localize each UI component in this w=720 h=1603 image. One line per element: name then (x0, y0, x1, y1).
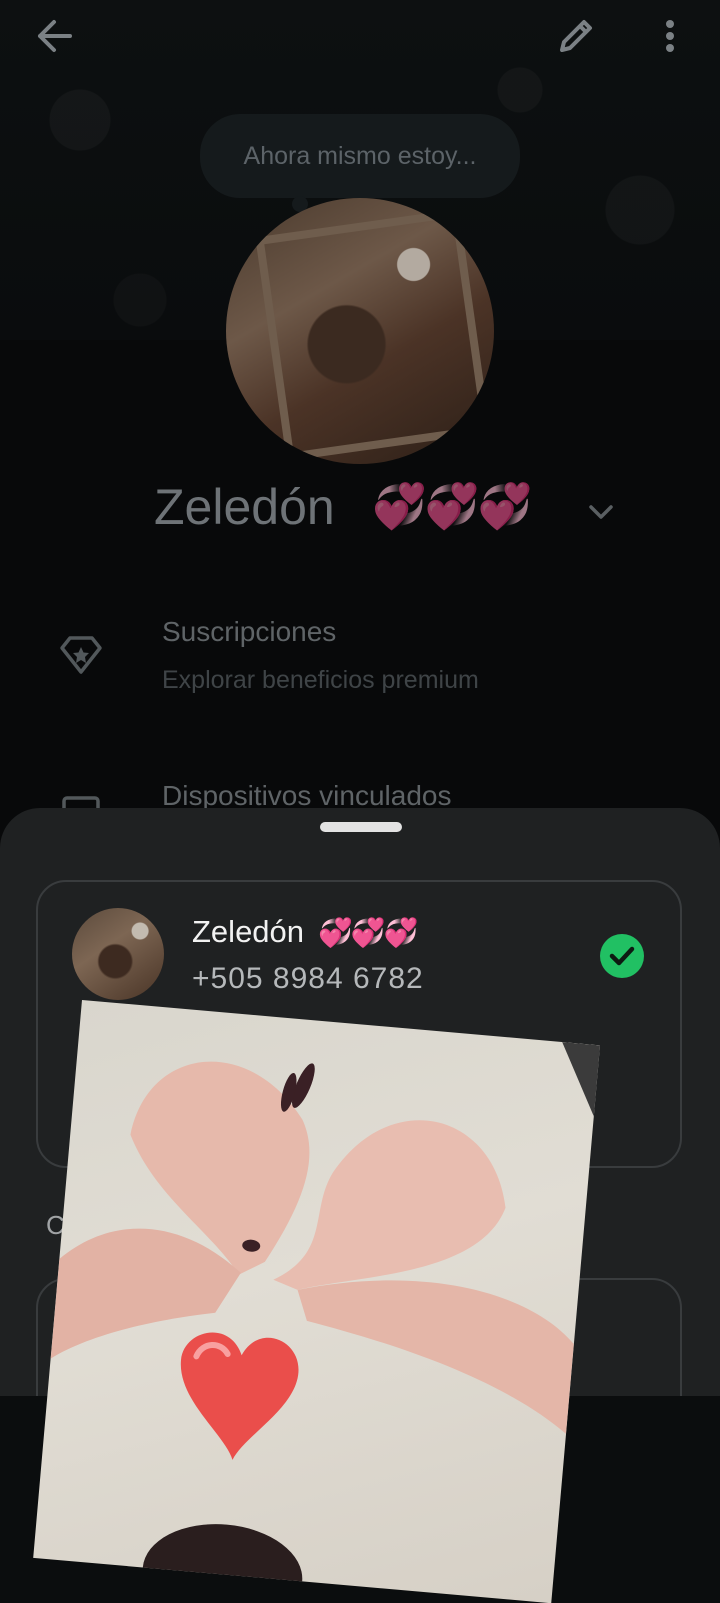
menu-item-subtitle: Explorar beneficios premium (162, 666, 479, 694)
more-vert-icon (666, 20, 674, 52)
profile-avatar[interactable] (226, 198, 494, 464)
account-name-emoji: 💞💞💞 (318, 917, 419, 948)
more-options-button[interactable] (648, 12, 692, 60)
account-avatar (72, 908, 164, 1000)
back-button[interactable] (28, 12, 80, 60)
profile-name-emoji: 💞💞💞 (372, 482, 532, 531)
chevron-down-icon[interactable] (586, 500, 616, 524)
account-name: Zeledón (192, 914, 305, 949)
avatar-photo-frame (255, 208, 491, 462)
profile-name: Zeledón (154, 479, 335, 535)
menu-item-title: Suscripciones (162, 616, 337, 647)
heart-hands-sticker (33, 1000, 601, 1603)
edit-button[interactable] (550, 12, 602, 60)
arrow-back-icon (38, 20, 72, 52)
status-placeholder: Ahora mismo estoy... (243, 141, 477, 170)
menu-item-linked-devices[interactable]: Dispositivos vinculados (0, 770, 720, 826)
menu-item-subscriptions[interactable]: Suscripciones Explorar beneficios premiu… (0, 600, 720, 720)
status-input[interactable]: Ahora mismo estoy... (200, 114, 520, 198)
check-circle-icon (600, 934, 644, 978)
premium-diamond-icon (60, 636, 102, 674)
drag-handle[interactable] (320, 822, 402, 832)
profile-name-row[interactable]: Zeledón 💞💞💞 (0, 474, 720, 554)
heart-hands-image (50, 1061, 574, 1603)
pencil-icon (560, 20, 592, 52)
account-phone: +505 8984 6782 (192, 962, 424, 995)
top-bar (0, 0, 720, 72)
